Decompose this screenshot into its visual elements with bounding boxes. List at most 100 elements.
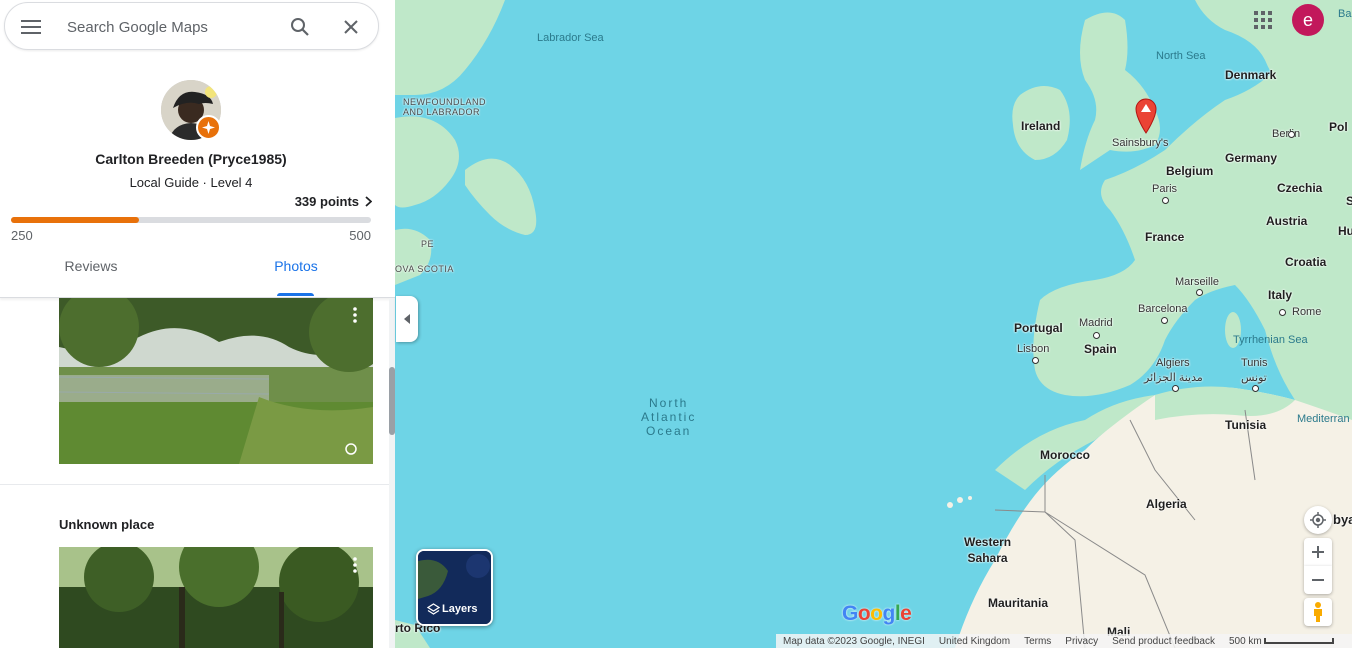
map-label-ireland: Ireland <box>1021 119 1061 133</box>
points-link[interactable]: 339 points <box>295 194 372 209</box>
plus-icon <box>1312 546 1324 558</box>
map-label-germany: Germany <box>1225 151 1278 165</box>
street-view-pegman-button[interactable] <box>1304 598 1332 626</box>
layers-label: Layers <box>442 603 478 615</box>
collapse-panel-button[interactable] <box>396 296 418 342</box>
map-label-tunis: Tunis <box>1241 357 1268 369</box>
scrollbar[interactable] <box>389 298 395 648</box>
marseille-dot <box>1196 289 1203 296</box>
feedback-link[interactable]: Send product feedback <box>1105 636 1222 647</box>
map-label-nova-scotia: OVA SCOTIA <box>395 264 454 274</box>
tab-photos[interactable]: Photos <box>245 258 347 298</box>
map-label-italy: Italy <box>1268 288 1293 302</box>
menu-icon[interactable] <box>19 15 43 39</box>
more-options-icon[interactable] <box>347 555 363 575</box>
active-tab-indicator <box>277 293 314 296</box>
map-label-france: France <box>1145 230 1185 244</box>
google-logo: Google <box>842 602 912 625</box>
points-label: 339 points <box>294 194 359 209</box>
profile-name: Carlton Breeden (Pryce1985) <box>95 151 287 167</box>
map-label-algiers-ar: مدينة الجزائر <box>1144 372 1203 384</box>
progress-min: 250 <box>11 228 33 243</box>
layers-button[interactable]: Layers <box>416 549 493 626</box>
close-icon[interactable] <box>339 15 363 39</box>
progress-max: 500 <box>349 228 371 243</box>
map-canvas[interactable]: Labrador Sea NEWFOUNDLAND AND LABRADOR P… <box>395 0 1352 648</box>
apps-grid-icon[interactable] <box>1253 10 1273 30</box>
map-label-marseille: Marseille <box>1175 276 1220 288</box>
map-label-madrid: Madrid <box>1079 317 1113 329</box>
photo-card[interactable] <box>59 547 373 648</box>
paris-dot <box>1162 197 1169 204</box>
map-label-tyrrhenian: Tyrrhenian Sea <box>1233 334 1308 346</box>
berlin-dot <box>1288 131 1295 138</box>
map-label-austria: Austria <box>1266 214 1308 228</box>
map-label-belgium: Belgium <box>1166 164 1214 178</box>
zoom-in-button[interactable] <box>1304 538 1332 566</box>
rome-dot <box>1279 309 1286 316</box>
map-label-lisbon: Lisbon <box>1017 343 1050 355</box>
profile-header: Carlton Breeden (Pryce1985) Local Guide … <box>0 52 395 298</box>
crosshair-icon <box>1310 512 1326 528</box>
map-label-newfoundland: NEWFOUNDLAND AND LABRADOR <box>403 97 487 117</box>
map-label-denmark: Denmark <box>1225 68 1277 82</box>
map-label-berlin: Berlin <box>1272 128 1301 140</box>
tunis-dot <box>1252 385 1259 392</box>
map-data-attribution[interactable]: Map data ©2023 Google, INEGI <box>776 636 932 647</box>
algiers-dot <box>1172 385 1179 392</box>
search-input[interactable] <box>67 15 277 39</box>
side-panel: Carlton Breeden (Pryce1985) Local Guide … <box>0 0 395 648</box>
map-footer: Map data ©2023 Google, INEGI United King… <box>776 634 1352 648</box>
pegman-icon <box>1314 602 1322 622</box>
map-label-labrador-sea: Labrador Sea <box>537 32 604 44</box>
maps-app: Labrador Sea NEWFOUNDLAND AND LABRADOR P… <box>0 0 1352 648</box>
map-pin-sainsburys[interactable] <box>1135 98 1157 139</box>
map-label-tunis-ar: تونس <box>1241 372 1267 384</box>
map-label-ba: Ba <box>1338 8 1352 20</box>
profile-level: Local Guide · Level 4 <box>129 175 253 190</box>
madrid-dot <box>1093 332 1100 339</box>
map-label-morocco: Morocco <box>1040 448 1091 462</box>
map-label-mediterranean: Mediterran <box>1297 413 1350 425</box>
map-label-czechia: Czechia <box>1277 181 1323 195</box>
map-label-portugal: Portugal <box>1014 321 1063 335</box>
map-label-algeria: Algeria <box>1146 497 1187 511</box>
points-progress-bar <box>11 217 371 223</box>
photo-place-label[interactable]: Unknown place <box>59 517 154 532</box>
caret-left-icon <box>404 314 410 324</box>
map-base <box>395 0 1352 648</box>
map-label-pe: PE <box>421 239 435 249</box>
scale-bar <box>1263 637 1334 644</box>
zoom-out-button[interactable] <box>1304 566 1332 594</box>
search-box <box>4 2 379 50</box>
photos-list[interactable]: Unknown place <box>0 298 389 648</box>
tab-reviews[interactable]: Reviews <box>40 258 142 298</box>
points-progress-fill <box>11 217 140 223</box>
map-label-algiers: Algiers <box>1156 357 1190 369</box>
divider <box>0 484 389 485</box>
map-label-north-sea: North Sea <box>1156 50 1206 62</box>
map-label-barcelona: Barcelona <box>1138 303 1188 315</box>
map-label-s-edge: S <box>1346 194 1352 208</box>
my-location-button[interactable] <box>1304 506 1332 534</box>
layers-icon <box>427 603 440 615</box>
map-label-mauritania: Mauritania <box>988 596 1049 610</box>
map-label-hu: Hu <box>1338 224 1352 238</box>
terms-link[interactable]: Terms <box>1017 636 1058 647</box>
map-label-rome: Rome <box>1292 306 1322 318</box>
minus-icon <box>1312 579 1324 581</box>
privacy-link[interactable]: Privacy <box>1058 636 1105 647</box>
photo-card[interactable] <box>59 298 373 464</box>
lisbon-dot <box>1032 357 1039 364</box>
scale-label: 500 km <box>1228 635 1262 647</box>
map-label-tunisia: Tunisia <box>1225 418 1267 432</box>
barcelona-dot <box>1161 317 1168 324</box>
account-avatar[interactable]: e <box>1292 4 1324 36</box>
scrollbar-thumb[interactable] <box>389 367 395 435</box>
map-label-spain: Spain <box>1084 342 1117 356</box>
region-link[interactable]: United Kingdom <box>932 636 1017 647</box>
scale-control[interactable]: 500 km <box>1222 636 1341 647</box>
search-icon[interactable] <box>288 15 312 39</box>
more-options-icon[interactable] <box>347 305 363 325</box>
chevron-right-icon <box>365 196 372 207</box>
